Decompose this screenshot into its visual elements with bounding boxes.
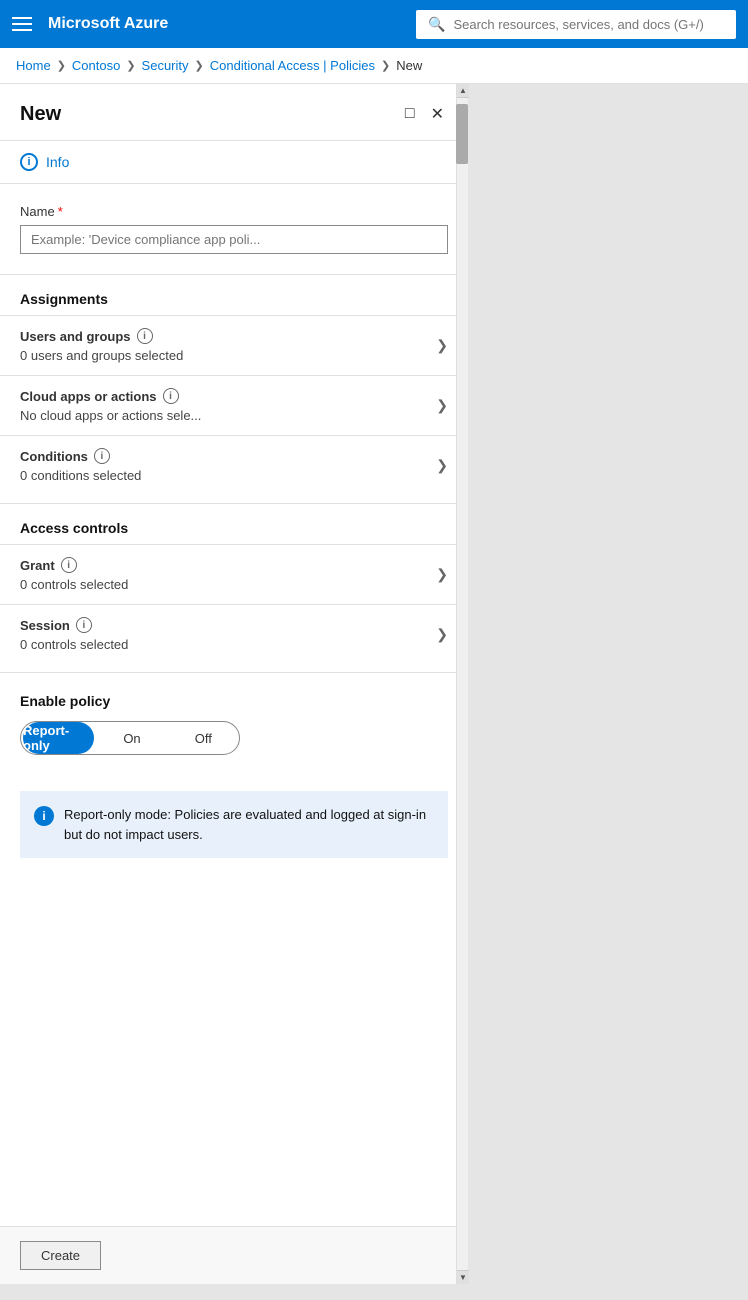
name-input[interactable] xyxy=(20,225,448,254)
cloud-apps-item[interactable]: Cloud apps or actions i No cloud apps or… xyxy=(0,375,468,435)
search-icon: 🔍 xyxy=(428,16,445,33)
session-sub: 0 controls selected xyxy=(20,637,128,652)
breadcrumb-sep-3: ❯ xyxy=(195,59,204,72)
access-controls-heading: Access controls xyxy=(0,503,468,544)
main-layout: New □ ✕ i Info Name * Assignments xyxy=(0,84,748,1284)
cloud-apps-sub: No cloud apps or actions sele... xyxy=(20,408,201,423)
users-groups-sub: 0 users and groups selected xyxy=(20,348,183,363)
info-box: i Report-only mode: Policies are evaluat… xyxy=(20,791,448,858)
breadcrumb-security[interactable]: Security xyxy=(142,58,189,73)
panel-footer: Create xyxy=(0,1226,468,1284)
search-input[interactable] xyxy=(453,17,724,32)
info-box-text: Report-only mode: Policies are evaluated… xyxy=(64,805,434,844)
toggle-on[interactable]: On xyxy=(96,722,167,754)
cloud-apps-title: Cloud apps or actions i xyxy=(20,388,201,404)
cloud-apps-chevron: ❯ xyxy=(436,397,448,414)
enable-policy-label: Enable policy xyxy=(20,693,448,709)
cloud-apps-info-icon: i xyxy=(163,388,179,404)
conditions-title: Conditions i xyxy=(20,448,141,464)
cloud-apps-left: Cloud apps or actions i No cloud apps or… xyxy=(20,388,201,423)
scrollbar[interactable]: ▲ ▼ xyxy=(456,84,468,1284)
name-label: Name * xyxy=(20,204,448,219)
maximize-button[interactable]: □ xyxy=(401,101,419,127)
policy-toggle[interactable]: Report-only On Off xyxy=(20,721,240,755)
info-section[interactable]: i Info xyxy=(0,141,468,184)
users-groups-title: Users and groups i xyxy=(20,328,183,344)
hamburger-menu[interactable] xyxy=(12,17,32,31)
session-chevron: ❯ xyxy=(436,626,448,643)
scroll-up-arrow[interactable]: ▲ xyxy=(457,84,469,98)
close-button[interactable]: ✕ xyxy=(427,100,448,128)
create-button[interactable]: Create xyxy=(20,1241,101,1270)
conditions-info-icon: i xyxy=(94,448,110,464)
grant-title: Grant i xyxy=(20,557,128,573)
grant-item[interactable]: Grant i 0 controls selected ❯ xyxy=(0,544,468,604)
scroll-down-arrow[interactable]: ▼ xyxy=(457,1270,469,1284)
panel: New □ ✕ i Info Name * Assignments xyxy=(0,84,468,1284)
info-label: Info xyxy=(46,154,69,170)
conditions-item[interactable]: Conditions i 0 conditions selected ❯ xyxy=(0,435,468,495)
conditions-chevron: ❯ xyxy=(436,457,448,474)
right-area xyxy=(468,84,748,1284)
name-section: Name * xyxy=(0,184,468,266)
conditions-left: Conditions i 0 conditions selected xyxy=(20,448,141,483)
panel-title: New xyxy=(20,103,61,126)
users-groups-info-icon: i xyxy=(137,328,153,344)
app-title: Microsoft Azure xyxy=(48,15,400,33)
session-left: Session i 0 controls selected xyxy=(20,617,128,652)
grant-sub: 0 controls selected xyxy=(20,577,128,592)
search-bar: 🔍 xyxy=(416,10,736,39)
conditions-sub: 0 conditions selected xyxy=(20,468,141,483)
breadcrumb-current: New xyxy=(396,58,422,73)
grant-left: Grant i 0 controls selected xyxy=(20,557,128,592)
breadcrumb-sep-4: ❯ xyxy=(381,59,390,72)
toggle-report-only[interactable]: Report-only xyxy=(23,722,94,754)
users-groups-chevron: ❯ xyxy=(436,337,448,354)
toggle-off[interactable]: Off xyxy=(168,722,239,754)
breadcrumb-contoso[interactable]: Contoso xyxy=(72,58,120,73)
scroll-thumb[interactable] xyxy=(456,104,468,164)
panel-actions: □ ✕ xyxy=(401,100,448,128)
breadcrumb-sep-2: ❯ xyxy=(126,59,135,72)
required-star: * xyxy=(58,204,63,219)
breadcrumb: Home ❯ Contoso ❯ Security ❯ Conditional … xyxy=(0,48,748,84)
info-icon: i xyxy=(20,153,38,171)
panel-content: i Info Name * Assignments Users and grou… xyxy=(0,141,468,1226)
breadcrumb-sep-1: ❯ xyxy=(57,59,66,72)
session-item[interactable]: Session i 0 controls selected ❯ xyxy=(0,604,468,664)
users-groups-left: Users and groups i 0 users and groups se… xyxy=(20,328,183,363)
assignments-heading: Assignments xyxy=(0,274,468,315)
session-info-icon: i xyxy=(76,617,92,633)
session-title: Session i xyxy=(20,617,128,633)
grant-info-icon: i xyxy=(61,557,77,573)
breadcrumb-policies[interactable]: Conditional Access | Policies xyxy=(210,58,375,73)
users-groups-item[interactable]: Users and groups i 0 users and groups se… xyxy=(0,315,468,375)
breadcrumb-home[interactable]: Home xyxy=(16,58,51,73)
info-box-icon: i xyxy=(34,806,54,826)
panel-header: New □ ✕ xyxy=(0,84,468,141)
grant-chevron: ❯ xyxy=(436,566,448,583)
enable-policy-section: Enable policy Report-only On Off xyxy=(0,672,468,775)
top-bar: Microsoft Azure 🔍 xyxy=(0,0,748,48)
